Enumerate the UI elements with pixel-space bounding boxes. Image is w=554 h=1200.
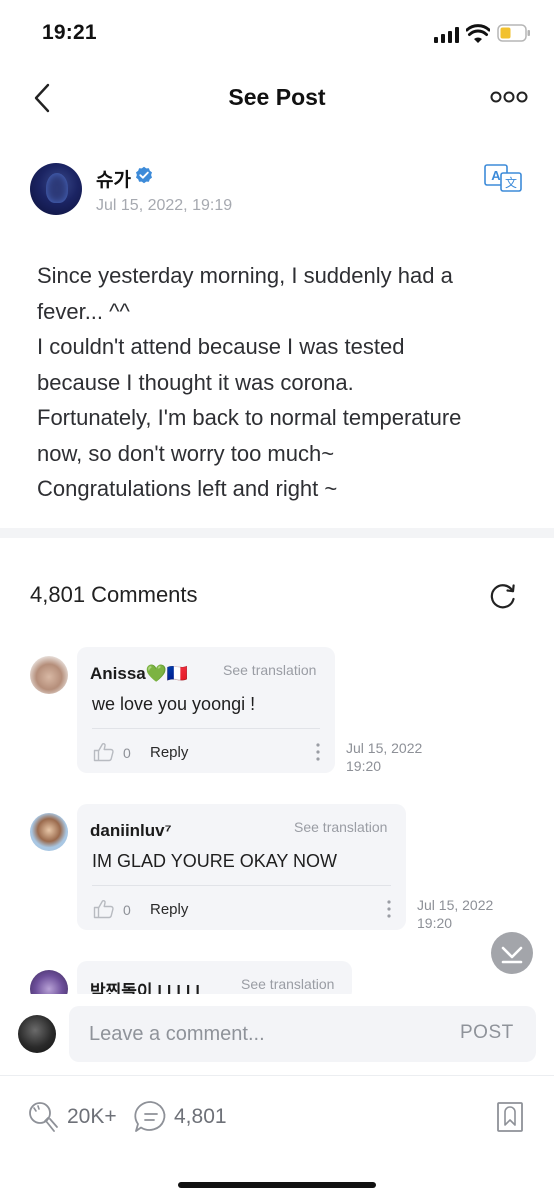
post-line: now, so don't worry too much~ <box>37 440 335 466</box>
post-line: fever... ^^ <box>37 298 130 324</box>
post-line: Since yesterday morning, I suddenly had … <box>37 263 453 288</box>
see-translation-link[interactable]: See translation <box>241 976 334 992</box>
commenter-avatar[interactable] <box>30 656 68 694</box>
svg-text:A: A <box>491 168 501 183</box>
scroll-to-bottom-button[interactable] <box>491 932 533 974</box>
comment-icon[interactable] <box>133 1099 169 1135</box>
section-divider <box>0 528 554 538</box>
author-name[interactable]: 슈가 <box>96 165 131 192</box>
page-title: See Post <box>228 84 326 110</box>
bottom-action-bar: 20K+ 4,801 <box>0 1077 554 1200</box>
comment-menu-icon[interactable] <box>386 899 392 919</box>
reply-button[interactable]: Reply <box>150 901 188 918</box>
comment-bubble: Anissa💚🇫🇷 See translation we love you yo… <box>77 647 335 773</box>
like-total: 20K+ <box>67 1105 117 1128</box>
see-translation-link[interactable]: See translation <box>223 662 316 678</box>
like-icon[interactable] <box>24 1099 64 1135</box>
commenter-name[interactable]: Anissa💚🇫🇷 <box>90 664 188 684</box>
like-count: 0 <box>123 902 131 918</box>
battery-icon <box>497 24 530 42</box>
cellular-signal-icon <box>434 27 459 43</box>
my-avatar[interactable] <box>18 1015 56 1053</box>
bookmark-icon[interactable] <box>496 1101 524 1133</box>
see-translation-link[interactable]: See translation <box>294 819 387 835</box>
verified-badge-icon <box>136 166 152 184</box>
comment-total: 4,801 <box>174 1105 227 1128</box>
comment-date-day: Jul 15, 2022 <box>417 897 494 913</box>
home-indicator <box>178 1182 376 1188</box>
top-nav: See Post <box>0 66 554 130</box>
comment-text: IM GLAD YOURE OKAY NOW <box>92 851 338 871</box>
post-comment-button[interactable]: POST <box>460 1022 514 1044</box>
post-date: Jul 15, 2022, 19:19 <box>96 197 233 214</box>
comment-separator <box>92 885 391 886</box>
author-avatar[interactable] <box>30 163 82 215</box>
post-line: Congratulations left and right ~ <box>37 476 338 501</box>
status-bar: 19:21 <box>0 0 554 66</box>
comment-separator <box>92 728 320 729</box>
svg-text:文: 文 <box>505 175 517 190</box>
translate-icon[interactable]: A 文 <box>484 164 522 192</box>
comment-menu-icon[interactable] <box>315 742 321 762</box>
comment-input-bar: POST <box>0 994 554 1076</box>
post-body: Since yesterday morning, I suddenly had … <box>37 258 527 507</box>
chevron-down-icon <box>501 946 523 964</box>
refresh-icon[interactable] <box>488 580 518 610</box>
comment-date: Jul 15, 2022 19:20 <box>417 896 527 932</box>
status-time: 19:21 <box>42 21 97 44</box>
comment-bubble: daniinluv⁷ See translation IM GLAD YOURE… <box>77 804 406 930</box>
commenter-name[interactable]: daniinluv⁷ <box>90 821 172 841</box>
comments-count: 4,801 Comments <box>30 582 198 607</box>
comment-text: we love you yoongi ! <box>92 694 256 714</box>
wifi-icon <box>466 24 490 43</box>
post-line: because I thought it was corona. <box>37 369 354 395</box>
comment-date: Jul 15, 2022 19:20 <box>346 739 456 775</box>
comment-date-day: Jul 15, 2022 <box>346 740 423 756</box>
more-options-icon[interactable] <box>490 90 528 104</box>
post-line: I couldn't attend because I was tested <box>37 334 405 359</box>
like-count: 0 <box>123 745 131 761</box>
comment-date-time: 19:20 <box>346 758 382 774</box>
comment-date-time: 19:20 <box>417 915 453 931</box>
reply-button[interactable]: Reply <box>150 744 188 761</box>
post-line: Fortunately, I'm back to normal temperat… <box>37 405 462 430</box>
thumbs-up-icon[interactable] <box>93 899 115 919</box>
thumbs-up-icon[interactable] <box>93 742 115 762</box>
commenter-avatar[interactable] <box>30 813 68 851</box>
